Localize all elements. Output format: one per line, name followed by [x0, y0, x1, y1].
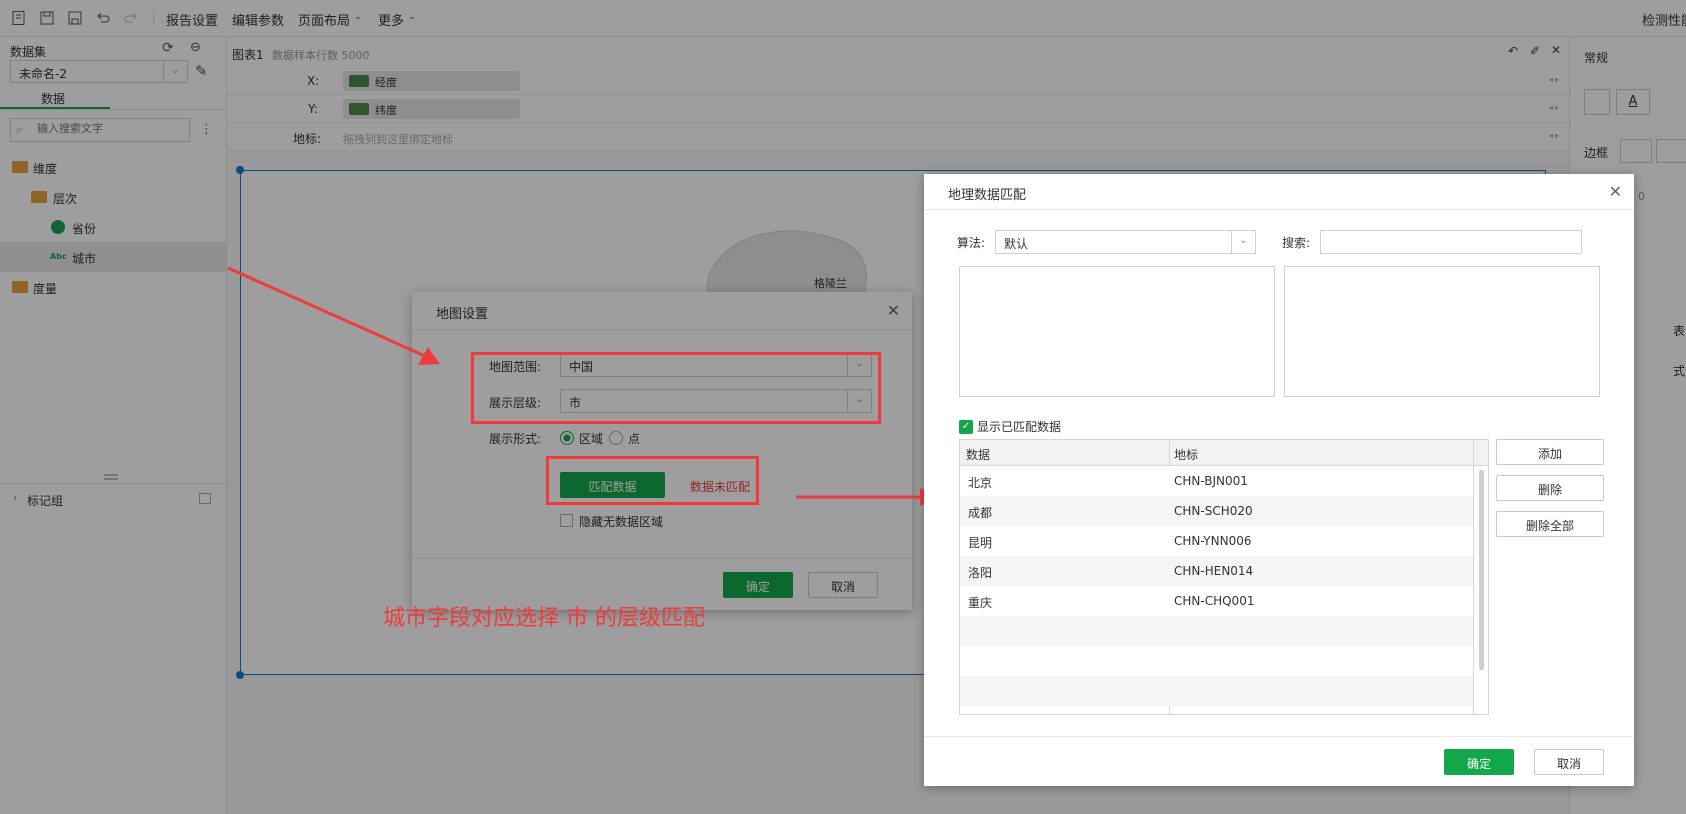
chevron-down-icon: ⌄ [1231, 231, 1255, 253]
cell-geo: CHN-SCH020 [1174, 504, 1253, 518]
table-row[interactable]: 成都 CHN-SCH020 [960, 496, 1473, 526]
show-matched-label: 显示已匹配数据 [977, 420, 1062, 434]
algorithm-label: 算法: [957, 236, 986, 250]
search-input[interactable] [1320, 230, 1582, 254]
table-row-empty [960, 646, 1473, 676]
cell-geo: CHN-CHQ001 [1174, 594, 1255, 608]
cell-data: 洛阳 [968, 566, 993, 580]
col-header-geo[interactable]: 地标 [1174, 446, 1198, 463]
data-list-box[interactable] [959, 266, 1275, 397]
add-button[interactable]: 添加 [1496, 439, 1604, 465]
search-label: 搜索: [1282, 236, 1311, 250]
cell-data: 北京 [968, 476, 993, 490]
algorithm-select[interactable]: 默认 ⌄ [995, 230, 1256, 254]
cancel-button[interactable]: 取消 [1534, 749, 1604, 775]
table-row-empty [960, 616, 1473, 646]
table-row[interactable]: 重庆 CHN-CHQ001 [960, 586, 1473, 616]
ok-button[interactable]: 确定 [1444, 749, 1514, 775]
cell-geo: CHN-BJN001 [1174, 474, 1248, 488]
geo-list-box[interactable] [1284, 266, 1600, 397]
cell-geo: CHN-HEN014 [1174, 564, 1254, 578]
col-header-data[interactable]: 数据 [966, 446, 990, 463]
table-row[interactable]: 洛阳 CHN-HEN014 [960, 556, 1473, 586]
table-row[interactable]: 北京 CHN-BJN001 [960, 466, 1473, 496]
column-divider [1473, 440, 1474, 714]
close-icon[interactable]: ✕ [1609, 182, 1622, 201]
dialog-title: 地理数据匹配 [924, 174, 1634, 210]
cell-data: 重庆 [968, 596, 993, 610]
cell-data: 昆明 [968, 536, 993, 550]
dialog-footer-divider [924, 736, 1634, 737]
table-row-empty [960, 676, 1473, 706]
app-window: 报告设置 编辑参数 页面布局 ⌄ 更多 ⌄ 检测性能 数据集 ⟳ ⊖ 未命名-2… [0, 0, 1686, 814]
cell-geo: CHN-YNN006 [1174, 534, 1252, 548]
annotation-arrowhead [418, 347, 440, 365]
match-table: 数据 地标 北京 CHN-BJN001 成都 CHN-SCH020 昆明 CHN-YN… [959, 439, 1489, 715]
table-scrollbar[interactable] [1479, 470, 1484, 670]
cell-data: 成都 [968, 506, 993, 520]
table-row[interactable]: 昆明 CHN-YNN006 [960, 526, 1473, 556]
delete-all-button[interactable]: 删除全部 [1496, 511, 1604, 537]
annotation-arrow-line [227, 266, 426, 358]
algorithm-value: 默认 [1004, 237, 1029, 251]
show-matched-checkbox[interactable]: ✓ [959, 420, 973, 434]
delete-button[interactable]: 删除 [1496, 475, 1604, 501]
table-header: 数据 地标 [960, 440, 1488, 466]
